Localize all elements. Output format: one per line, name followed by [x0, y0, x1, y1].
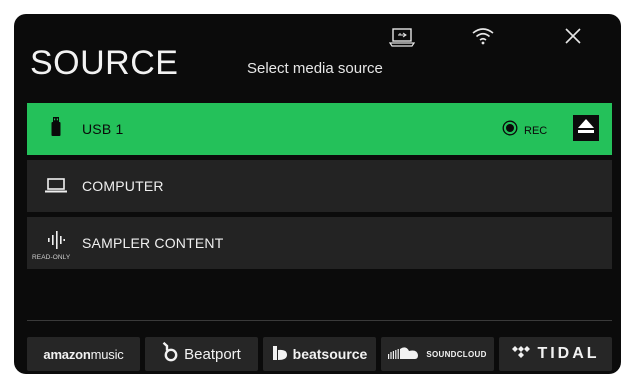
record-icon — [502, 120, 518, 141]
source-row-sampler-content[interactable]: READ-ONLY SAMPLER CONTENT — [27, 217, 612, 269]
source-label: USB 1 — [82, 121, 124, 137]
tidal-label: TIDAL — [537, 345, 600, 362]
source-row-usb-1[interactable]: USB 1 REC — [27, 103, 612, 155]
page-title: SOURCE — [30, 44, 179, 82]
computer-icon — [45, 178, 67, 199]
beatport-button[interactable]: Beatport — [145, 337, 258, 371]
rec-label: REC — [524, 124, 548, 137]
beatsource-button[interactable]: beatsource — [263, 337, 376, 371]
page-subtitle: Select media source — [247, 60, 383, 77]
amazon-music-button[interactable]: amazonmusic — [27, 337, 140, 371]
computer-connection-icon[interactable] — [388, 27, 416, 54]
streaming-services-bar: amazonmusic Beatport beatsource SOUNDCLO… — [27, 337, 612, 371]
beatsource-label: beatsource — [292, 346, 368, 362]
waveform-icon — [47, 231, 65, 254]
source-screen: SOURCE Select media source USB 1 REC COM… — [14, 14, 621, 374]
usb-drive-icon — [51, 117, 61, 142]
rec-indicator[interactable]: REC — [502, 120, 547, 141]
soundcloud-button[interactable]: SOUNDCLOUD — [381, 337, 494, 371]
tidal-button[interactable]: TIDAL — [499, 337, 612, 371]
tidal-logo-icon — [511, 345, 531, 364]
soundcloud-logo-icon — [388, 346, 422, 362]
beatport-label: Beatport — [184, 345, 241, 363]
amazon-music-logo: amazonmusic — [43, 346, 124, 362]
eject-icon — [577, 118, 595, 139]
divider — [27, 320, 612, 321]
beatsource-logo-icon — [272, 345, 288, 364]
source-label: COMPUTER — [82, 178, 164, 194]
eject-button[interactable] — [573, 115, 599, 141]
read-only-badge: READ-ONLY — [32, 254, 71, 261]
source-row-computer[interactable]: COMPUTER — [27, 160, 612, 212]
wifi-icon[interactable] — [471, 26, 495, 51]
beatport-logo-icon — [162, 341, 180, 366]
close-icon[interactable] — [563, 26, 583, 51]
source-label: SAMPLER CONTENT — [82, 235, 224, 251]
soundcloud-label: SOUNDCLOUD — [426, 349, 487, 359]
